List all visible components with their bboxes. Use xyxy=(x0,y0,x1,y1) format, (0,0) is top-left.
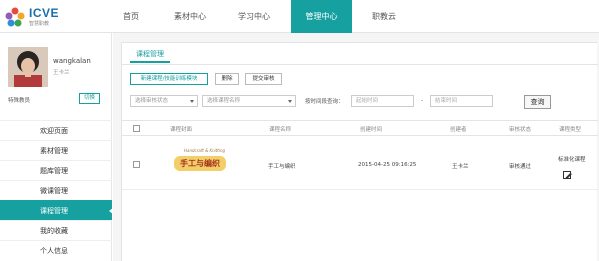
tab-course-management[interactable]: 课程管理 xyxy=(130,47,170,63)
nav-material-center[interactable]: 素材中心 xyxy=(162,0,218,33)
course-select-placeholder: 选择课程名称 xyxy=(207,98,241,104)
top-navbar: ICVE 智慧职教 首页 素材中心 学习中心 管理中心 职教云 xyxy=(0,0,599,33)
sidebar: wangkalan 王卡兰 特殊教员 切换 欢迎页面 素材管理 题库管理 微课管… xyxy=(0,33,113,261)
col-creator: 创建者 xyxy=(450,127,467,133)
sidebar-item-question-bank[interactable]: 题库管理 xyxy=(0,160,112,180)
course-panel: 课程管理 新建课程/技能训练模块 删除 提交审核 选择审核状态 选择课程名称 按… xyxy=(121,42,598,261)
logo-icon xyxy=(5,7,25,27)
col-name: 课程名称 xyxy=(269,127,292,133)
cover-subtitle: Handcraft & Knitting xyxy=(184,148,226,153)
sidebar-item-profile[interactable]: 个人信息 xyxy=(0,240,112,260)
edit-icon[interactable] xyxy=(563,171,571,179)
nav-home[interactable]: 首页 xyxy=(108,0,154,33)
col-cover: 课程封面 xyxy=(170,127,193,133)
table-row[interactable]: Handcraft & Knitting 手工与编织 手工与编织 2015-04… xyxy=(122,137,598,190)
query-button[interactable]: 查询 xyxy=(524,95,551,109)
sidebar-menu: 欢迎页面 素材管理 题库管理 微课管理 课程管理 我的收藏 个人信息 xyxy=(0,120,113,260)
real-name: 王卡兰 xyxy=(53,70,70,76)
col-status: 审核状态 xyxy=(509,127,532,133)
delete-button[interactable]: 删除 xyxy=(215,73,239,85)
username: wangkalan xyxy=(53,57,91,65)
course-type: 标准化课程 xyxy=(558,157,586,163)
switch-role-button[interactable]: 切换 xyxy=(79,93,100,104)
logo-sub-text: 智慧职教 xyxy=(29,21,50,27)
main-content: 课程管理 新建课程/技能训练模块 删除 提交审核 选择审核状态 选择课程名称 按… xyxy=(113,33,599,261)
nav-vocational-cloud[interactable]: 职教云 xyxy=(360,0,408,33)
avatar[interactable] xyxy=(8,47,48,87)
col-created: 创建时间 xyxy=(360,127,383,133)
status-select[interactable]: 选择审核状态 xyxy=(130,95,198,107)
course-cover-image[interactable]: Handcraft & Knitting 手工与编织 xyxy=(168,147,228,179)
creator: 王卡兰 xyxy=(452,164,469,170)
course-select[interactable]: 选择课程名称 xyxy=(202,95,296,107)
icve-logo[interactable]: ICVE 智慧职教 xyxy=(4,5,84,29)
course-name[interactable]: 手工与编织 xyxy=(268,162,296,170)
date-range-dash: - xyxy=(421,97,424,104)
select-all-checkbox[interactable] xyxy=(133,125,140,132)
start-time-input[interactable]: 起始时间 xyxy=(351,95,414,107)
sidebar-item-favorites[interactable]: 我的收藏 xyxy=(0,220,112,240)
created-time: 2015-04-25 09:16:25 xyxy=(358,162,417,168)
tab-divider xyxy=(122,64,598,65)
col-type: 课程类型 xyxy=(559,127,582,133)
nav-management-center[interactable]: 管理中心 xyxy=(291,0,352,33)
time-range-label: 按时间段查询： xyxy=(305,99,344,105)
sidebar-item-welcome[interactable]: 欢迎页面 xyxy=(0,120,112,140)
row-checkbox[interactable] xyxy=(133,161,140,168)
review-status: 审核通过 xyxy=(509,164,532,170)
status-select-placeholder: 选择审核状态 xyxy=(135,98,169,104)
end-time-input[interactable]: 结束时间 xyxy=(430,95,493,107)
chevron-down-icon xyxy=(288,100,292,103)
user-role: 特殊教员 xyxy=(8,98,31,104)
chevron-down-icon xyxy=(190,100,194,103)
table-header: 课程封面 课程名称 创建时间 创建者 审核状态 课程类型 xyxy=(122,120,598,136)
sidebar-item-microcourse[interactable]: 微课管理 xyxy=(0,180,112,200)
cover-title: 手工与编织 xyxy=(174,156,226,171)
sidebar-item-materials[interactable]: 素材管理 xyxy=(0,140,112,160)
new-course-button[interactable]: 新建课程/技能训练模块 xyxy=(130,73,208,85)
user-photo-icon xyxy=(8,47,48,87)
submit-review-button[interactable]: 提交审核 xyxy=(245,73,282,85)
sidebar-item-course-management[interactable]: 课程管理 xyxy=(0,200,113,220)
logo-brand-text: ICVE xyxy=(29,6,60,20)
nav-learning-center[interactable]: 学习中心 xyxy=(226,0,282,33)
